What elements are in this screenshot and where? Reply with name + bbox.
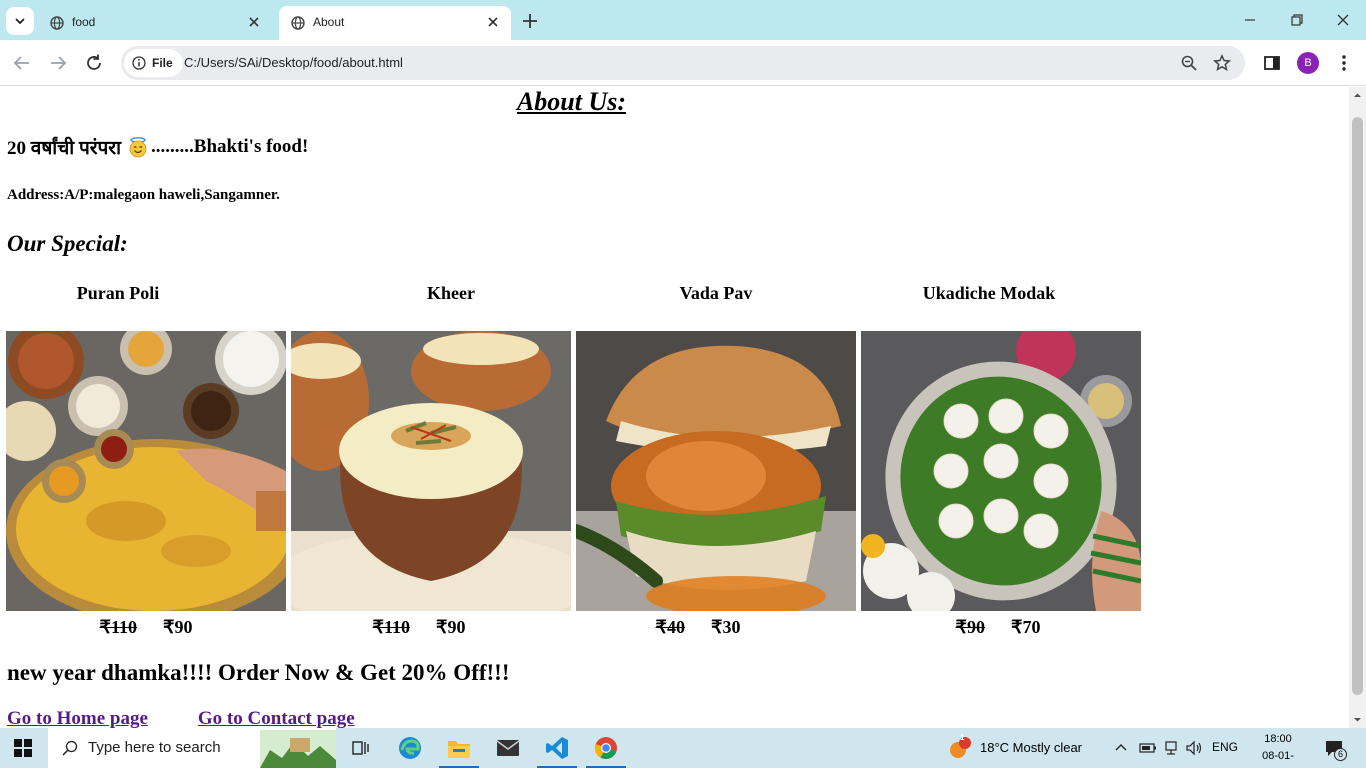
windows-taskbar: Type here to search 1 18°C Mostly clear bbox=[0, 728, 1366, 768]
back-icon[interactable] bbox=[11, 52, 33, 74]
chevron-up-icon[interactable] bbox=[1114, 741, 1128, 755]
chevron-down-icon bbox=[15, 18, 25, 25]
tab-about[interactable]: About bbox=[279, 6, 511, 40]
star-icon[interactable] bbox=[1213, 54, 1231, 72]
search-placeholder: Type here to search bbox=[88, 739, 221, 756]
file-explorer-icon bbox=[448, 741, 470, 758]
tab-title: food bbox=[72, 15, 96, 29]
chrome-taskbar-button[interactable] bbox=[582, 728, 630, 768]
new-price: ₹30 bbox=[711, 617, 741, 637]
puran-poli-photo bbox=[6, 331, 286, 611]
contact-page-link[interactable]: Go to Contact page bbox=[198, 708, 355, 728]
kheer-photo bbox=[291, 331, 571, 611]
network-icon[interactable] bbox=[1163, 740, 1179, 756]
page-title: About Us: bbox=[516, 87, 627, 116]
weather-text[interactable]: 18°C Mostly clear bbox=[980, 740, 1082, 755]
tagline: 20 वर्षांची परंपरा .........Bhakti's foo… bbox=[7, 134, 308, 160]
globe-icon bbox=[291, 16, 305, 30]
page-links: Go to Home page Go to Contact page bbox=[7, 708, 405, 728]
url-text[interactable]: C:/Users/SAi/Desktop/food/about.html bbox=[184, 55, 403, 70]
side-panel-icon[interactable] bbox=[1261, 52, 1283, 74]
restore-icon[interactable] bbox=[1287, 10, 1307, 30]
notification-count: 6 bbox=[1334, 748, 1347, 761]
clock-date: 08-01-2024 bbox=[1262, 750, 1294, 768]
vada-pav-photo bbox=[576, 331, 856, 611]
dish-price: ₹110 ₹90 bbox=[279, 617, 559, 638]
site-info-chip[interactable]: File bbox=[124, 49, 183, 77]
plus-icon[interactable] bbox=[520, 11, 540, 31]
new-price: ₹70 bbox=[1011, 617, 1041, 637]
forward-icon[interactable] bbox=[47, 52, 69, 74]
volume-icon[interactable] bbox=[1185, 740, 1203, 756]
page-viewport: About Us: 20 वर्षांची परंपरा .........Bh… bbox=[0, 87, 1349, 728]
dish-name: Vada Pav bbox=[679, 283, 753, 303]
tagline-marathi: 20 वर्षांची परंपरा bbox=[7, 138, 122, 159]
address-bar[interactable]: File C:/Users/SAi/Desktop/food/about.htm… bbox=[121, 46, 1245, 80]
tab-food[interactable]: food bbox=[38, 6, 272, 40]
scroll-down-icon[interactable] bbox=[1353, 715, 1362, 724]
windows-icon[interactable] bbox=[14, 739, 32, 757]
security-label: File bbox=[152, 56, 173, 70]
zoom-icon[interactable] bbox=[1180, 54, 1198, 72]
dish-price: ₹40 ₹30 bbox=[558, 617, 838, 638]
dish-price: ₹90 ₹70 bbox=[858, 617, 1138, 638]
reload-icon[interactable] bbox=[83, 52, 105, 74]
tab-title: About bbox=[313, 15, 345, 29]
smiling-face-with-halo-icon bbox=[129, 137, 147, 158]
clock-time: 18:00 bbox=[1264, 733, 1292, 745]
taskbar-clock[interactable]: 18:00 08-01-2024 bbox=[1250, 731, 1306, 768]
mail-taskbar-button[interactable] bbox=[484, 728, 532, 768]
weather-badge: 1 bbox=[960, 733, 965, 742]
file-explorer-taskbar-button[interactable] bbox=[435, 728, 483, 768]
home-page-link[interactable]: Go to Home page bbox=[7, 708, 148, 728]
close-window-icon[interactable] bbox=[1333, 10, 1353, 30]
address-text: Address:A/P:malegaon haweli,Sangamner. bbox=[7, 187, 280, 203]
dish-name: Puran Poli bbox=[76, 283, 160, 303]
menu-icon[interactable] bbox=[1333, 52, 1355, 74]
old-price: ₹110 bbox=[99, 617, 137, 637]
dish-price: ₹110 ₹90 bbox=[6, 617, 286, 638]
tab-search-button[interactable] bbox=[6, 7, 34, 35]
offer-banner: new year dhamka!!!! Order Now & Get 20% … bbox=[7, 660, 510, 685]
vscode-icon bbox=[546, 737, 568, 759]
mail-icon bbox=[496, 740, 520, 756]
dish-name: Kheer bbox=[427, 283, 475, 303]
battery-icon[interactable] bbox=[1139, 741, 1157, 755]
old-price: ₹90 bbox=[955, 617, 985, 637]
vscode-taskbar-button[interactable] bbox=[533, 728, 581, 768]
tab-strip: food About bbox=[0, 0, 1366, 40]
old-price: ₹40 bbox=[655, 617, 685, 637]
globe-icon bbox=[50, 16, 64, 30]
page-scrollbar[interactable] bbox=[1349, 87, 1366, 728]
language-indicator[interactable]: ENG bbox=[1212, 740, 1238, 754]
search-icon bbox=[62, 740, 78, 756]
chrome-icon bbox=[594, 737, 617, 759]
ukadiche-modak-photo bbox=[861, 331, 1141, 611]
edge-icon bbox=[399, 737, 421, 759]
info-icon bbox=[132, 56, 146, 70]
edge-taskbar-button[interactable] bbox=[386, 728, 434, 768]
new-price: ₹90 bbox=[436, 617, 466, 637]
task-view-button[interactable] bbox=[336, 728, 384, 768]
scroll-up-icon[interactable] bbox=[1353, 91, 1362, 100]
close-icon[interactable] bbox=[246, 14, 262, 30]
task-view-icon bbox=[352, 741, 369, 755]
search-highlight-icon bbox=[260, 730, 336, 768]
close-icon[interactable] bbox=[485, 14, 501, 30]
taskbar-search-box[interactable]: Type here to search bbox=[48, 728, 336, 768]
tagline-suffix: .........Bhakti's food! bbox=[151, 136, 309, 157]
special-heading: Our Special: bbox=[7, 231, 128, 256]
browser-toolbar: File C:/Users/SAi/Desktop/food/about.htm… bbox=[0, 40, 1366, 86]
minimize-icon[interactable] bbox=[1240, 10, 1260, 30]
new-price: ₹90 bbox=[163, 617, 193, 637]
dish-name: Ukadiche Modak bbox=[922, 283, 1056, 303]
scroll-thumb[interactable] bbox=[1352, 117, 1363, 695]
profile-avatar[interactable]: B bbox=[1297, 52, 1319, 74]
old-price: ₹110 bbox=[372, 617, 410, 637]
